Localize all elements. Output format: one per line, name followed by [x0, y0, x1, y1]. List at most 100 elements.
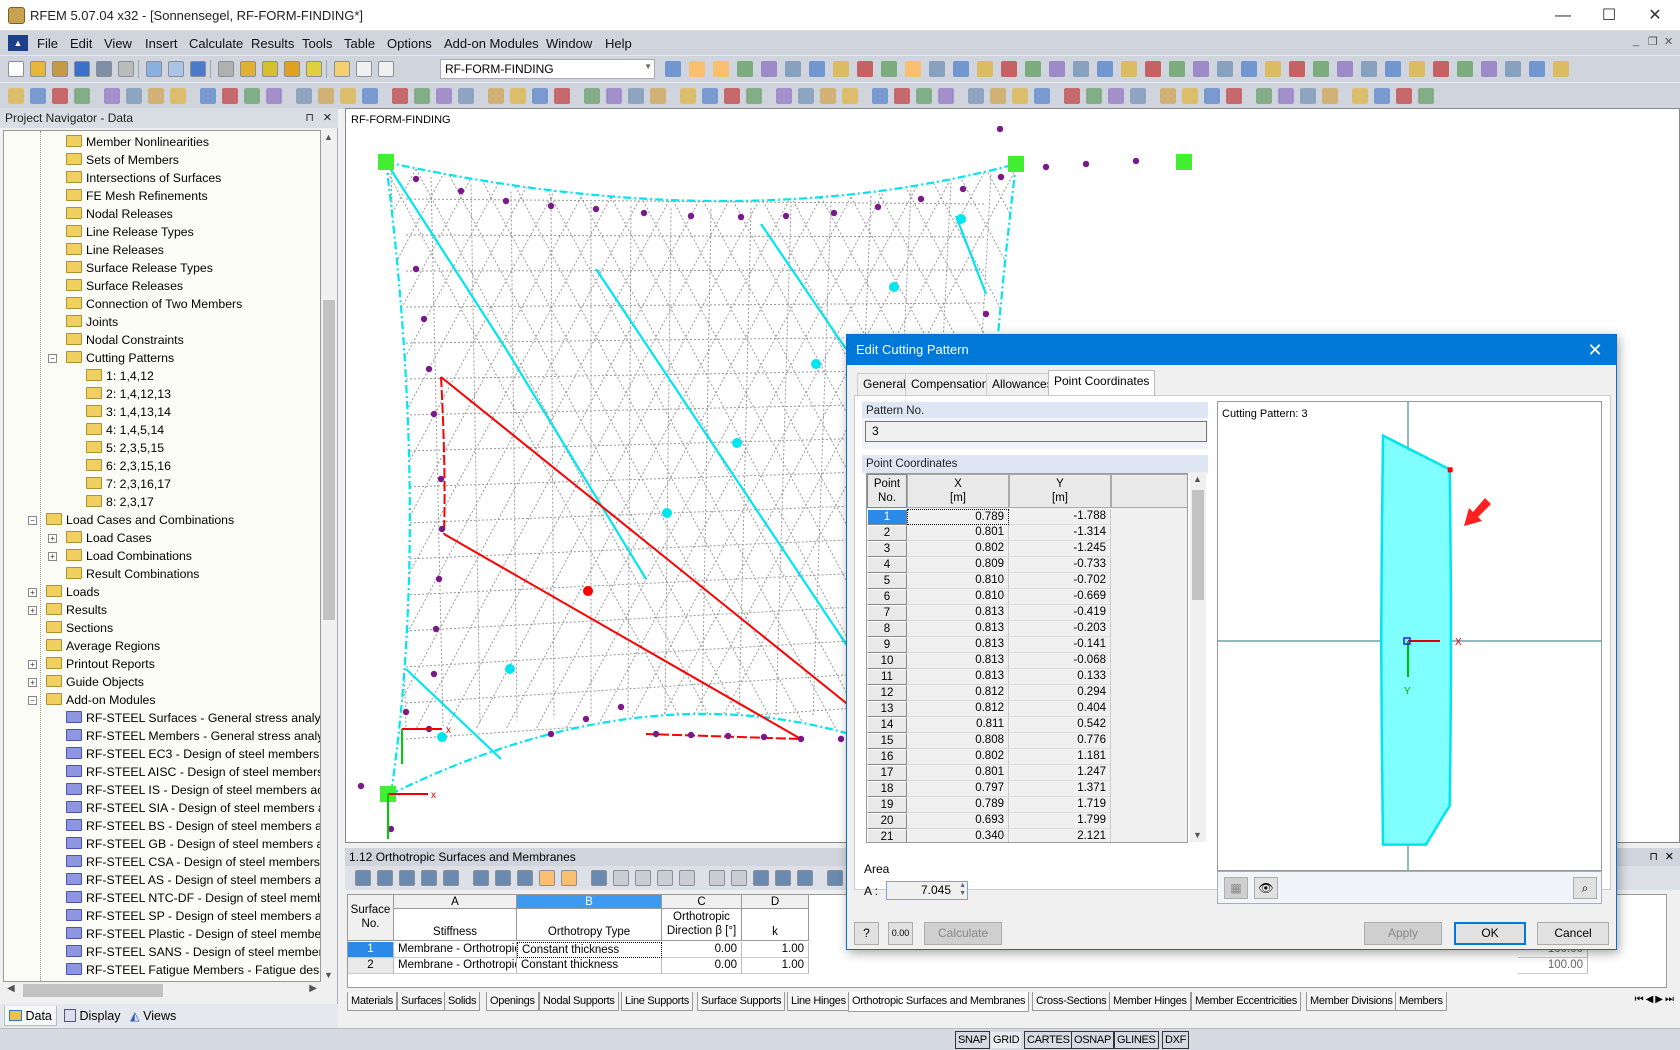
toolbar-button[interactable]: [52, 61, 68, 77]
menu-edit[interactable]: Edit: [70, 36, 92, 51]
table-toolbar-button[interactable]: [495, 870, 511, 886]
status-toggle-cartes[interactable]: CARTES: [1024, 1031, 1073, 1049]
tab-point-coordinates[interactable]: Point Coordinates: [1048, 370, 1156, 396]
toolbar-button[interactable]: [938, 88, 954, 104]
tree-item[interactable]: + Printout Reports: [28, 655, 155, 673]
toolbar-button[interactable]: [1289, 61, 1305, 77]
expand-icon[interactable]: +: [28, 588, 37, 597]
toolbar-button[interactable]: [1182, 88, 1198, 104]
toolbar-button[interactable]: [702, 88, 718, 104]
toolbar-button[interactable]: [74, 88, 90, 104]
toolbar-button[interactable]: [665, 61, 681, 77]
point-row[interactable]: 8 0.813 -0.203: [867, 621, 1187, 637]
tree-item[interactable]: + Load Cases: [48, 529, 152, 547]
toolbar-button[interactable]: [905, 61, 921, 77]
toolbar-button[interactable]: [74, 61, 90, 77]
navigator-close-icon[interactable]: ✕: [323, 111, 332, 124]
point-y-cell[interactable]: -0.669: [1009, 589, 1111, 605]
status-toggle-osnap[interactable]: OSNAP: [1071, 1031, 1115, 1049]
menu-view[interactable]: View: [104, 36, 132, 51]
collapse-icon[interactable]: −: [48, 354, 57, 363]
point-no-cell[interactable]: 13: [867, 701, 907, 717]
expand-icon[interactable]: +: [28, 678, 37, 687]
point-no-cell[interactable]: 3: [867, 541, 907, 557]
point-no-cell[interactable]: 15: [867, 733, 907, 749]
toolbar-button[interactable]: [680, 88, 696, 104]
table-toolbar-button[interactable]: [539, 870, 555, 886]
point-row[interactable]: 1 0.789 -1.788: [867, 509, 1187, 525]
tree-item[interactable]: 8: 2,3,17: [86, 493, 154, 511]
mdi-close-button[interactable]: ✕: [1664, 35, 1673, 48]
toolbar-button[interactable]: [126, 88, 142, 104]
point-x-cell[interactable]: 0.693: [907, 813, 1009, 829]
tree-item[interactable]: + Load Combinations: [48, 547, 192, 565]
menu-calculate[interactable]: Calculate: [189, 36, 243, 51]
sheet-tab[interactable]: Openings: [486, 992, 539, 1011]
tree-item[interactable]: − Load Cases and Combinations: [28, 511, 234, 529]
maximize-button[interactable]: ☐: [1586, 0, 1632, 31]
sheet-tab[interactable]: Surfaces: [397, 992, 447, 1011]
cancel-button[interactable]: Cancel: [1537, 922, 1609, 945]
toolbar-button[interactable]: [458, 88, 474, 104]
point-y-cell[interactable]: -1.314: [1009, 525, 1111, 541]
toolbar-button[interactable]: [378, 61, 394, 77]
point-y-cell[interactable]: 0.404: [1009, 701, 1111, 717]
tree-item[interactable]: Nodal Releases: [66, 205, 173, 223]
units-button[interactable]: 0.00: [888, 922, 913, 945]
toolbar-button[interactable]: [554, 88, 570, 104]
point-row[interactable]: 21 0.340 2.121: [867, 829, 1187, 842]
toolbar-button[interactable]: [881, 61, 897, 77]
table-cell-beta[interactable]: 0.00: [662, 958, 742, 974]
table-cell-type[interactable]: Constant thickness: [517, 942, 662, 958]
point-x-cell[interactable]: 0.789: [907, 797, 1009, 813]
point-x-cell[interactable]: 0.789: [907, 509, 1009, 525]
toolbar-button[interactable]: [1193, 61, 1209, 77]
toolbar-button[interactable]: [776, 88, 792, 104]
toolbar-button[interactable]: [1001, 61, 1017, 77]
preview-reset-zoom-button[interactable]: ⌕: [1573, 877, 1597, 899]
point-x-cell[interactable]: 0.808: [907, 733, 1009, 749]
point-no-cell[interactable]: 11: [867, 669, 907, 685]
toolbar-button[interactable]: [650, 88, 666, 104]
toolbar-button[interactable]: [968, 88, 984, 104]
tree-item[interactable]: RF-STEEL Plastic - Design of steel membe…: [66, 925, 320, 943]
point-x-cell[interactable]: 0.802: [907, 749, 1009, 765]
menu-help[interactable]: Help: [605, 36, 632, 51]
menu-tools[interactable]: Tools: [302, 36, 332, 51]
toolbar-button[interactable]: [1049, 61, 1065, 77]
point-no-cell[interactable]: 9: [867, 637, 907, 653]
col-letter-d[interactable]: D: [742, 895, 809, 909]
menu-table[interactable]: Table: [344, 36, 375, 51]
toolbar-button[interactable]: [1396, 88, 1412, 104]
toolbar-button[interactable]: [1073, 61, 1089, 77]
table-toolbar-button[interactable]: [657, 870, 673, 886]
toolbar-button[interactable]: [284, 61, 300, 77]
point-row[interactable]: 11 0.813 0.133: [867, 669, 1187, 685]
close-button[interactable]: ✕: [1632, 0, 1678, 31]
point-no-cell[interactable]: 19: [867, 797, 907, 813]
point-y-cell[interactable]: 1.371: [1009, 781, 1111, 797]
table-toolbar-button[interactable]: [355, 870, 371, 886]
point-row[interactable]: 10 0.813 -0.068: [867, 653, 1187, 669]
toolbar-button[interactable]: [628, 88, 644, 104]
sheet-tab[interactable]: Orthotropic Surfaces and Membranes: [848, 992, 1030, 1012]
point-x-cell[interactable]: 0.813: [907, 669, 1009, 685]
toolbar-button[interactable]: [820, 88, 836, 104]
preview-export-button[interactable]: ▦: [1224, 877, 1248, 899]
toolbar-button[interactable]: [798, 88, 814, 104]
toolbar-button[interactable]: [1337, 61, 1353, 77]
toolbar-button[interactable]: [1145, 61, 1161, 77]
table-cell-last[interactable]: 100.00: [1518, 958, 1588, 974]
sheet-tab[interactable]: Cross-Sections: [1032, 992, 1111, 1011]
tree-item[interactable]: − Add-on Modules: [28, 691, 156, 709]
pattern-no-field[interactable]: 3: [865, 421, 1207, 442]
toolbar-button[interactable]: [713, 61, 729, 77]
toolbar-button[interactable]: [1313, 61, 1329, 77]
tree-item[interactable]: 5: 2,3,5,15: [86, 439, 164, 457]
toolbar-button[interactable]: [244, 88, 260, 104]
tab-data[interactable]: Data: [4, 1006, 57, 1026]
menu-window[interactable]: Window: [546, 36, 592, 51]
point-x-cell[interactable]: 0.812: [907, 685, 1009, 701]
apply-button[interactable]: Apply: [1364, 922, 1442, 945]
point-y-cell[interactable]: -1.788: [1009, 509, 1111, 525]
